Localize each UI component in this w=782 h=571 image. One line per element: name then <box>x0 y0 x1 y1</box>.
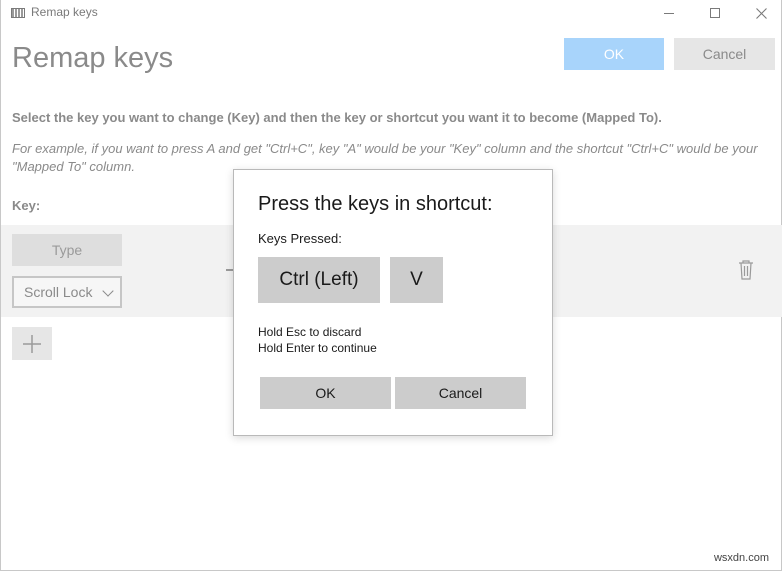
shortcut-dialog: Press the keys in shortcut: Keys Pressed… <box>233 169 553 436</box>
add-row-button[interactable] <box>12 327 52 360</box>
dialog-cancel-button[interactable]: Cancel <box>395 377 526 409</box>
keys-pressed-label: Keys Pressed: <box>258 231 342 246</box>
dialog-title: Press the keys in shortcut: <box>258 193 493 215</box>
close-icon <box>755 7 767 19</box>
type-key-button[interactable]: Type <box>12 234 122 266</box>
continue-hint: Hold Enter to continue <box>258 341 377 355</box>
minimize-button[interactable] <box>646 0 692 26</box>
pressed-key: Ctrl (Left) <box>258 257 380 303</box>
chevron-down-icon <box>102 285 114 297</box>
dialog-ok-button[interactable]: OK <box>260 377 391 409</box>
maximize-icon <box>710 8 720 18</box>
key-select-value: Scroll Lock <box>24 284 93 300</box>
page-title: Remap keys <box>12 42 174 74</box>
ok-button[interactable]: OK <box>564 38 664 70</box>
remap-keys-window: Remap keys Remap keys OK Cancel Select t… <box>0 0 782 571</box>
maximize-button[interactable] <box>692 0 738 26</box>
pressed-key: V <box>390 257 443 303</box>
window-title: Remap keys <box>31 5 98 19</box>
key-select[interactable]: Scroll Lock <box>12 276 122 308</box>
delete-row-button[interactable] <box>738 260 754 280</box>
instruction-text: Select the key you want to change (Key) … <box>12 110 662 125</box>
close-button[interactable] <box>738 0 782 26</box>
minimize-icon <box>664 12 674 14</box>
cancel-button[interactable]: Cancel <box>674 38 775 70</box>
keyboard-icon <box>11 8 25 18</box>
plus-icon <box>23 334 41 353</box>
key-column-header: Key: <box>12 198 41 213</box>
title-bar: Remap keys <box>1 0 781 26</box>
discard-hint: Hold Esc to discard <box>258 325 362 339</box>
trash-icon <box>739 260 753 280</box>
watermark: wsxdn.com <box>713 552 769 564</box>
